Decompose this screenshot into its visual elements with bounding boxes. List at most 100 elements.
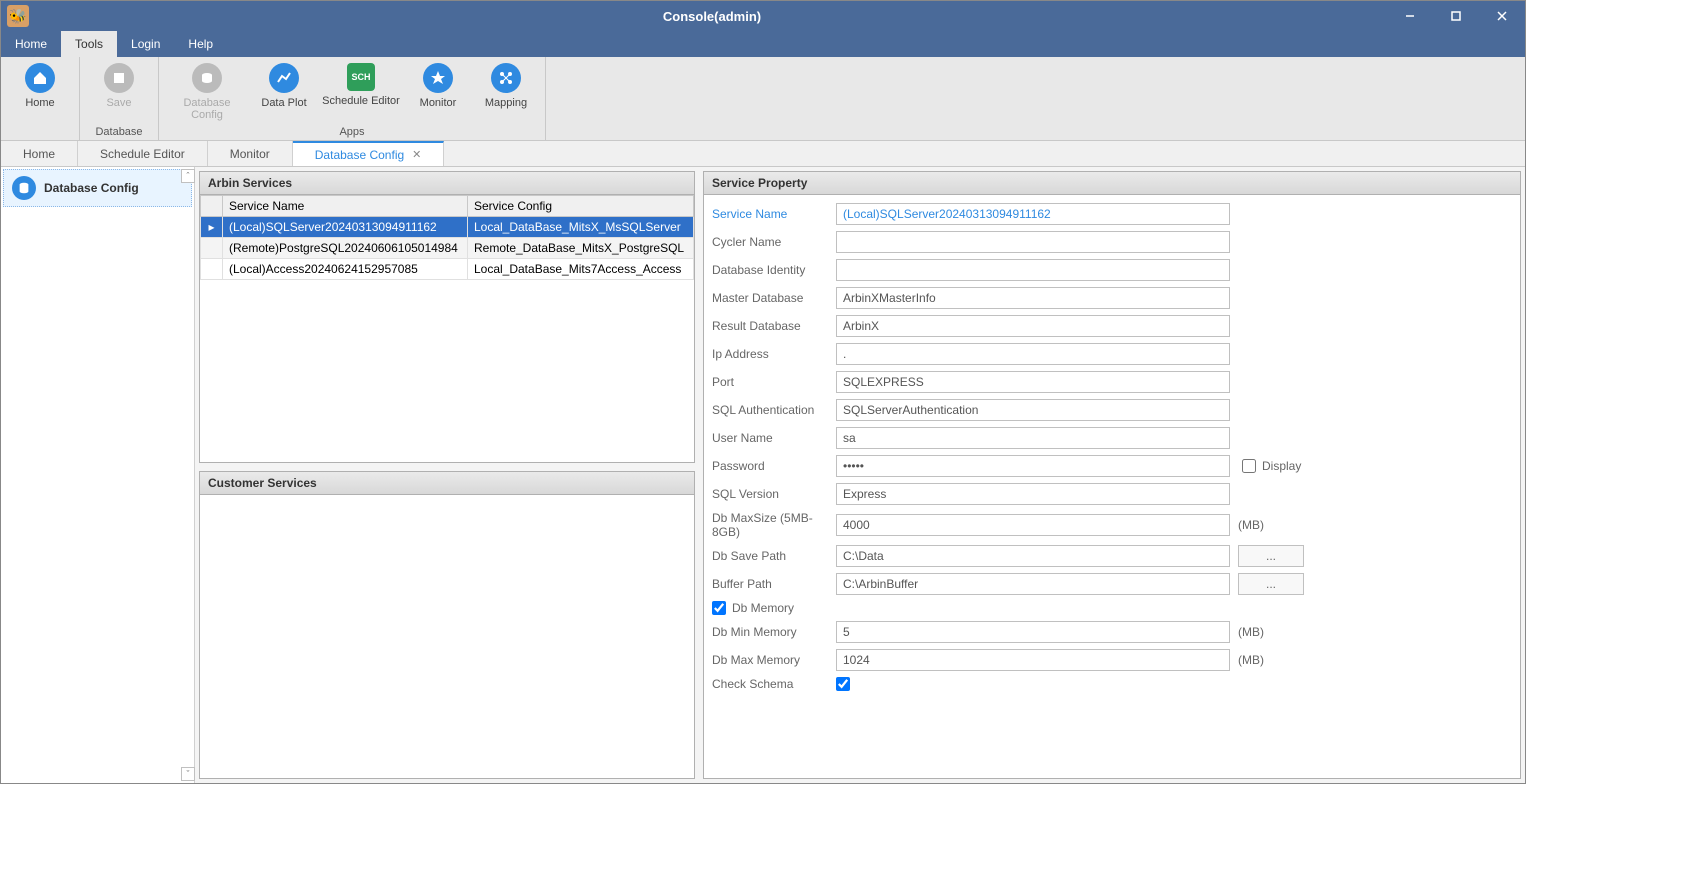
save-icon	[104, 63, 134, 93]
close-button[interactable]	[1479, 1, 1525, 31]
database-config-icon	[192, 63, 222, 93]
nav-item-label: Database Config	[44, 181, 139, 195]
label-db-maxsize: Db MaxSize (5MB-8GB)	[712, 511, 836, 539]
ribbon-save-button[interactable]: Save	[88, 61, 150, 109]
service-name-field[interactable]	[836, 203, 1230, 225]
ribbon-group-home: Home	[1, 57, 80, 140]
label-database-identity: Database Identity	[712, 263, 836, 277]
app-window: 🐝 Console(admin) Home Tools Login Help	[0, 0, 1526, 784]
menu-help[interactable]: Help	[174, 31, 227, 57]
label-port: Port	[712, 375, 836, 389]
label-user-name: User Name	[712, 431, 836, 445]
nav-collapse-bottom[interactable]: ˇ	[181, 767, 195, 781]
label-service-name: Service Name	[712, 207, 836, 221]
table-row[interactable]: ▸ (Local)SQLServer20240313094911162 Loca…	[201, 217, 694, 238]
unit-mb: (MB)	[1238, 625, 1264, 639]
ribbon-group-database: Save Database	[80, 57, 159, 140]
label-cycler-name: Cycler Name	[712, 235, 836, 249]
close-icon[interactable]: ✕	[412, 148, 421, 161]
row-indicator-icon: ▸	[201, 217, 223, 238]
ribbon-schedule-editor-button[interactable]: SCH Schedule Editor	[321, 61, 401, 107]
window-title: Console(admin)	[37, 9, 1387, 24]
db-maxsize-field[interactable]	[836, 514, 1230, 536]
unit-mb: (MB)	[1238, 653, 1264, 667]
label-ip-address: Ip Address	[712, 347, 836, 361]
panel-header: Arbin Services	[200, 172, 694, 195]
cycler-name-field[interactable]	[836, 231, 1230, 253]
ribbon-data-plot-button[interactable]: Data Plot	[253, 61, 315, 109]
data-plot-icon	[269, 63, 299, 93]
center-panel: Arbin Services Service Name Service Conf…	[195, 167, 699, 783]
schedule-editor-icon: SCH	[347, 63, 375, 91]
password-field[interactable]	[836, 455, 1230, 477]
label-display: Display	[1262, 459, 1301, 473]
tab-schedule-editor[interactable]: Schedule Editor	[78, 141, 208, 166]
ribbon-group-apps: Database Config Data Plot SCH Schedule E…	[159, 57, 546, 140]
display-password-checkbox[interactable]	[1242, 459, 1256, 473]
sql-version-select[interactable]: Express	[836, 483, 1230, 505]
panel-header: Service Property	[704, 172, 1520, 195]
nav-collapse-top[interactable]: ˆ	[181, 169, 195, 183]
maximize-button[interactable]	[1433, 1, 1479, 31]
db-max-memory-field[interactable]	[836, 649, 1230, 671]
browse-db-save-path-button[interactable]: ...	[1238, 545, 1304, 567]
arbin-services-grid[interactable]: Service Name Service Config ▸ (Local)SQL…	[200, 195, 694, 280]
customer-services-panel: Customer Services	[199, 471, 695, 779]
port-select[interactable]: SQLEXPRESS	[836, 371, 1230, 393]
content-area: ˆ Database Config ˇ Arbin Services	[1, 167, 1525, 783]
menu-home[interactable]: Home	[1, 31, 61, 57]
nav-item-database-config[interactable]: Database Config	[3, 169, 192, 207]
right-panel: Service Property Service Name Cycler Nam…	[699, 167, 1525, 783]
tab-database-config[interactable]: Database Config ✕	[293, 141, 445, 166]
menu-login[interactable]: Login	[117, 31, 174, 57]
unit-mb: (MB)	[1238, 518, 1264, 532]
label-db-max-memory: Db Max Memory	[712, 653, 836, 667]
label-check-schema: Check Schema	[712, 677, 836, 691]
mapping-icon	[491, 63, 521, 93]
app-icon: 🐝	[7, 5, 29, 27]
label-sql-authentication: SQL Authentication	[712, 403, 836, 417]
database-identity-field[interactable]	[836, 259, 1230, 281]
browse-buffer-path-button[interactable]: ...	[1238, 573, 1304, 595]
tab-monitor[interactable]: Monitor	[208, 141, 293, 166]
monitor-icon	[423, 63, 453, 93]
minimize-button[interactable]	[1387, 1, 1433, 31]
ribbon-database-config-button[interactable]: Database Config	[167, 61, 247, 121]
ribbon-monitor-button[interactable]: Monitor	[407, 61, 469, 109]
sql-authentication-select[interactable]: SQLServerAuthentication	[836, 399, 1230, 421]
ip-address-field[interactable]	[836, 343, 1230, 365]
database-icon	[12, 176, 36, 200]
document-tabs: Home Schedule Editor Monitor Database Co…	[1, 141, 1525, 167]
label-db-min-memory: Db Min Memory	[712, 625, 836, 639]
ribbon-mapping-button[interactable]: Mapping	[475, 61, 537, 109]
titlebar: 🐝 Console(admin)	[1, 1, 1525, 31]
db-memory-checkbox[interactable]	[712, 601, 726, 615]
label-db-save-path: Db Save Path	[712, 549, 836, 563]
buffer-path-field[interactable]	[836, 573, 1230, 595]
menubar: Home Tools Login Help	[1, 31, 1525, 57]
ribbon-home-button[interactable]: Home	[9, 61, 71, 109]
label-master-database: Master Database	[712, 291, 836, 305]
home-icon	[25, 63, 55, 93]
result-database-field[interactable]	[836, 315, 1230, 337]
customer-services-body	[200, 495, 694, 778]
table-row[interactable]: (Remote)PostgreSQL20240606105014984 Remo…	[201, 238, 694, 259]
label-buffer-path: Buffer Path	[712, 577, 836, 591]
master-database-field[interactable]	[836, 287, 1230, 309]
label-sql-version: SQL Version	[712, 487, 836, 501]
col-service-name[interactable]: Service Name	[223, 196, 468, 217]
arbin-services-panel: Arbin Services Service Name Service Conf…	[199, 171, 695, 463]
tab-home[interactable]: Home	[1, 141, 78, 166]
table-row[interactable]: (Local)Access20240624152957085 Local_Dat…	[201, 259, 694, 280]
ribbon: Home Save Database	[1, 57, 1525, 141]
label-result-database: Result Database	[712, 319, 836, 333]
db-save-path-field[interactable]	[836, 545, 1230, 567]
panel-header: Customer Services	[200, 472, 694, 495]
db-min-memory-field[interactable]	[836, 621, 1230, 643]
menu-tools[interactable]: Tools	[61, 31, 117, 57]
service-property-panel: Service Property Service Name Cycler Nam…	[703, 171, 1521, 779]
label-db-memory: Db Memory	[732, 601, 794, 615]
col-service-config[interactable]: Service Config	[467, 196, 693, 217]
user-name-field[interactable]	[836, 427, 1230, 449]
check-schema-checkbox[interactable]	[836, 677, 850, 691]
